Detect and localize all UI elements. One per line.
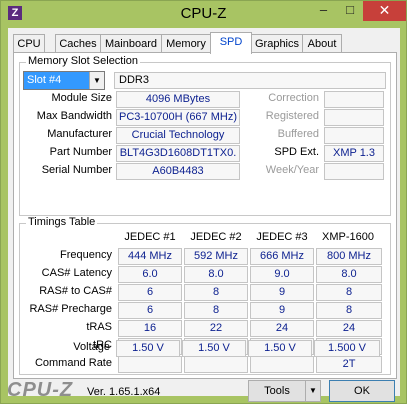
timing-cell: 16 (118, 320, 182, 337)
timing-cell: 6 (118, 284, 182, 301)
tab-spd[interactable]: SPD (210, 32, 252, 54)
cpuz-window: Z CPU-Z – □ ✕ CPU Caches Mainboard Memor… (0, 0, 407, 404)
serial-number-label: Serial Number (41, 164, 112, 176)
correction-label: Correction (268, 92, 319, 104)
max-bandwidth-label: Max Bandwidth (36, 110, 112, 122)
spd-ext-value: XMP 1.3 (324, 145, 384, 162)
title-bar[interactable]: Z CPU-Z – □ ✕ (1, 1, 406, 27)
timing-cell: 9 (250, 284, 314, 301)
timing-cell: 6 (118, 302, 182, 319)
timing-cell: 8.0 (316, 266, 382, 283)
timing-cell: 24 (250, 320, 314, 337)
timing-cell: 800 MHz (316, 248, 382, 265)
tras-label: tRAS (86, 321, 112, 333)
timing-cell: 9 (250, 302, 314, 319)
registered-value (324, 109, 384, 126)
timing-cell: 24 (316, 320, 382, 337)
tab-cpu[interactable]: CPU (13, 34, 45, 53)
cpuz-logo: CPU-Z (7, 379, 74, 401)
timing-cell: 444 MHz (118, 248, 182, 265)
chevron-down-icon[interactable]: ▼ (305, 380, 321, 402)
chevron-down-icon[interactable]: ▼ (89, 72, 104, 89)
timing-cell: 8 (184, 302, 248, 319)
serial-number-value: A60B4483 (116, 163, 240, 180)
timing-cell: 592 MHz (184, 248, 248, 265)
timings-group-title: Timings Table (26, 216, 98, 228)
timing-cell: 1.50 V (116, 340, 180, 357)
memory-slot-group-title: Memory Slot Selection (26, 55, 141, 67)
ras-to-cas-label: RAS# to CAS# (39, 285, 112, 297)
max-bandwidth-value: PC3-10700H (667 MHz) (116, 109, 240, 126)
memory-slot-group: Memory Slot Selection Slot #4 ▼ DDR3 Mod… (19, 55, 391, 216)
week-year-label: Week/Year (265, 164, 319, 176)
week-year-value (324, 163, 384, 180)
voltage-label: Voltage (73, 341, 110, 353)
manufacturer-label: Manufacturer (47, 128, 112, 140)
column-header: JEDEC #2 (190, 231, 242, 243)
registered-label: Registered (265, 110, 319, 122)
timing-cell (250, 356, 314, 373)
maximize-button[interactable]: □ (337, 1, 363, 21)
timing-cell: 8 (184, 284, 248, 301)
ras-precharge-label: RAS# Precharge (29, 303, 112, 315)
timing-cell: 8.0 (184, 266, 248, 283)
buffered-value (324, 127, 384, 144)
correction-value (324, 91, 384, 108)
tab-about[interactable]: About (302, 34, 342, 53)
module-size-label: Module Size (51, 92, 112, 104)
tab-mainboard[interactable]: Mainboard (100, 34, 162, 53)
timing-cell: 9.0 (250, 266, 314, 283)
timing-cell: 1.500 V (314, 340, 380, 357)
timing-cell: 2T (316, 356, 382, 373)
timing-cell: 8 (316, 302, 382, 319)
timing-cell: 1.50 V (248, 340, 312, 357)
timing-cell (118, 356, 182, 373)
column-header: JEDEC #3 (256, 231, 308, 243)
tab-memory[interactable]: Memory (161, 34, 211, 53)
spd-ext-label: SPD Ext. (274, 146, 319, 158)
buffered-label: Buffered (277, 128, 319, 140)
timing-cell: 6.0 (118, 266, 182, 283)
cas-latency-label: CAS# Latency (41, 267, 112, 279)
timing-cell: 22 (184, 320, 248, 337)
frequency-label: Frequency (60, 249, 112, 261)
manufacturer-value: Crucial Technology (116, 127, 240, 144)
minimize-button[interactable]: – (310, 1, 337, 21)
part-number-value: BLT4G3D1608DT1TX0. (116, 145, 240, 162)
close-button[interactable]: ✕ (363, 1, 406, 21)
slot-select-value: Slot #4 (27, 74, 62, 86)
timing-cell: 1.50 V (182, 340, 246, 357)
part-number-label: Part Number (49, 146, 112, 158)
tools-button[interactable]: Tools (248, 380, 306, 402)
tab-graphics[interactable]: Graphics (251, 34, 303, 53)
memory-type-field: DDR3 (114, 72, 386, 89)
command-rate-label: Command Rate (34, 357, 112, 369)
client-area: CPU Caches Mainboard Memory SPD Graphics… (8, 28, 400, 396)
timing-cell (184, 356, 248, 373)
module-size-value: 4096 MBytes (116, 91, 240, 108)
slot-select[interactable]: Slot #4 ▼ (23, 71, 105, 90)
timing-cell: 666 MHz (250, 248, 314, 265)
column-header: XMP-1600 (322, 231, 374, 243)
column-header: JEDEC #1 (124, 231, 176, 243)
ok-button[interactable]: OK (329, 380, 395, 402)
timing-cell: 8 (316, 284, 382, 301)
tab-caches[interactable]: Caches (55, 34, 101, 53)
version-label: Ver. 1.65.1.x64 (87, 386, 161, 398)
spd-panel: Memory Slot Selection Slot #4 ▼ DDR3 Mod… (13, 52, 397, 379)
